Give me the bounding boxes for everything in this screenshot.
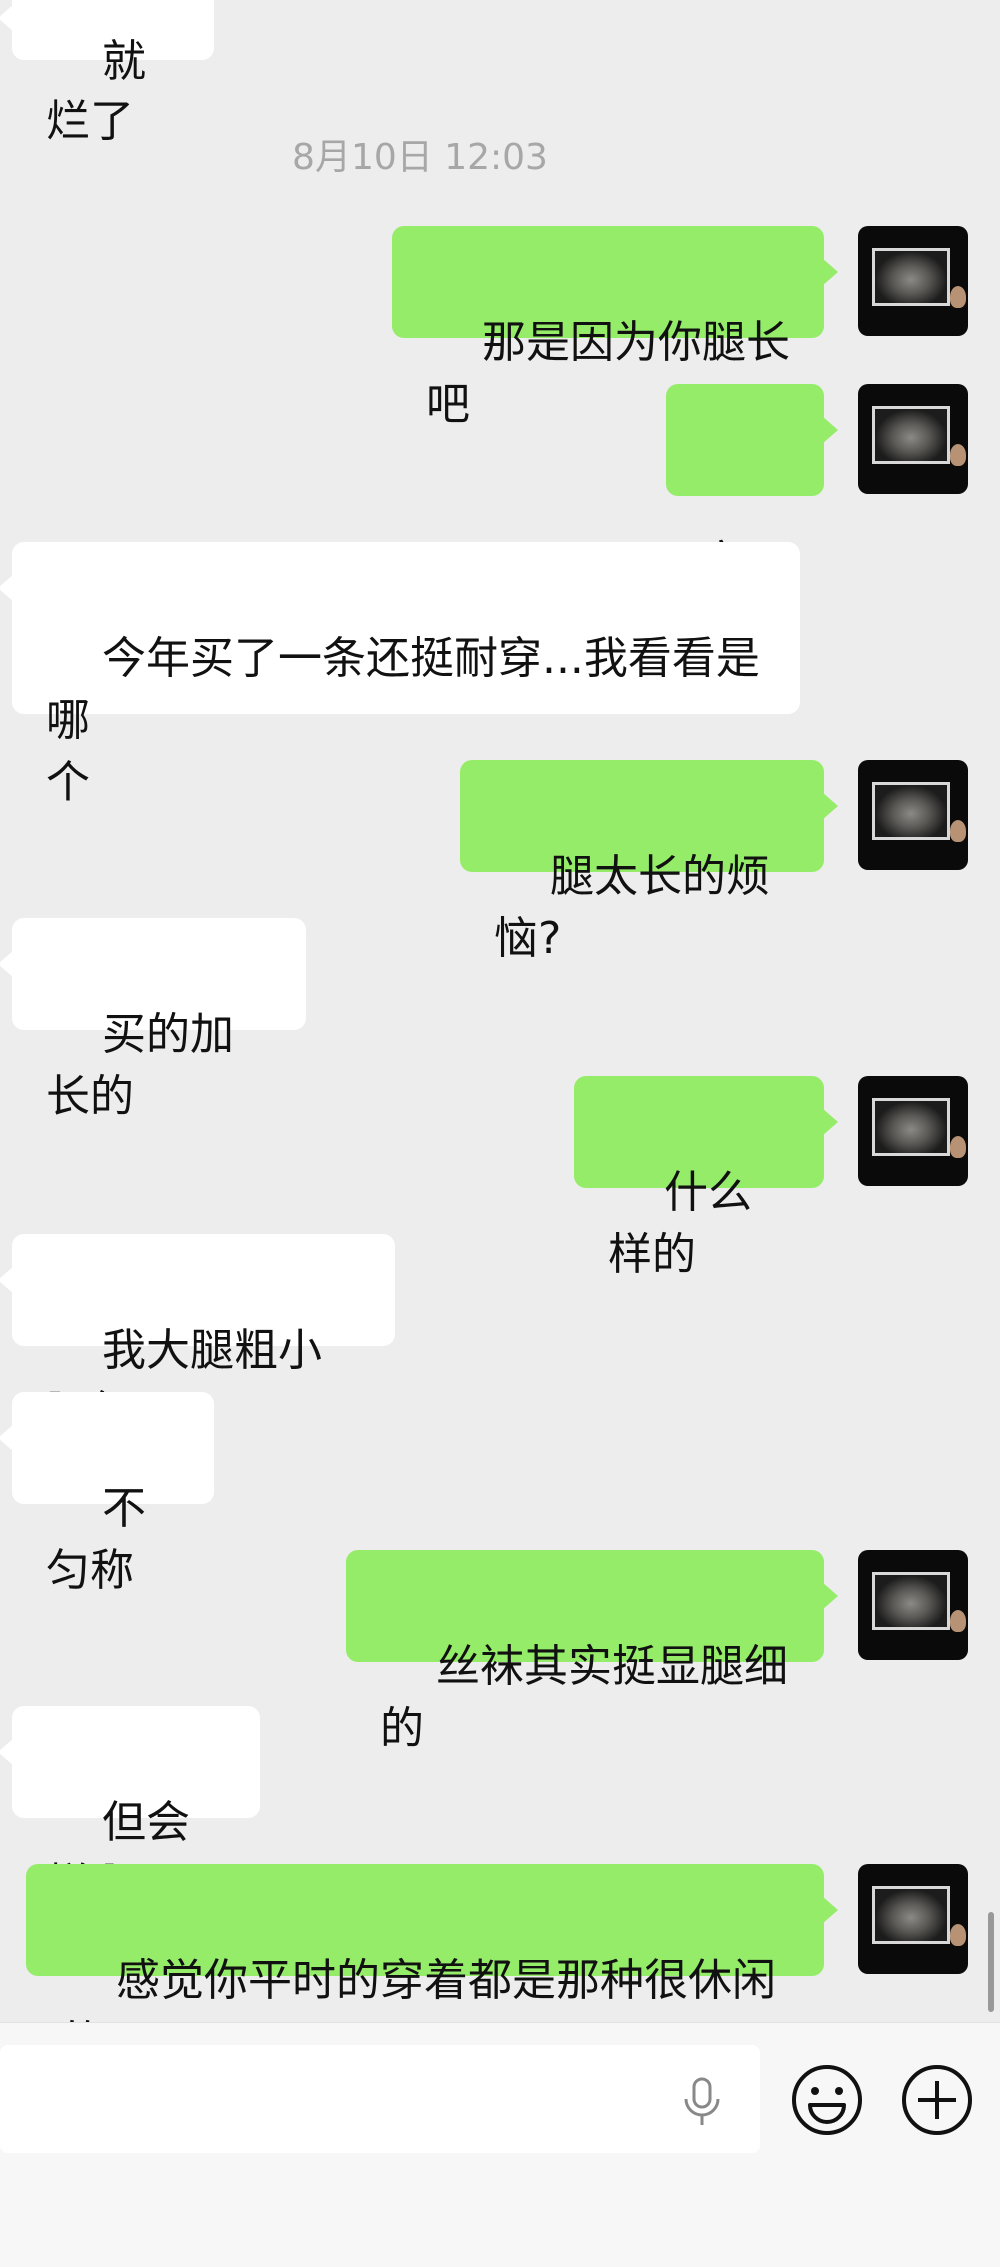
- input-bar: [0, 2022, 1000, 2267]
- avatar-figure: [950, 444, 966, 466]
- message-bubble-outgoing[interactable]: 宝贝: [666, 384, 838, 588]
- message-bubble-outgoing[interactable]: 腿太长的烦恼?: [460, 760, 838, 964]
- message-bubble-outgoing[interactable]: 什么样的: [574, 1076, 838, 1280]
- message-bubble-incoming[interactable]: 就烂了: [0, 0, 214, 147]
- user-avatar[interactable]: [858, 1550, 968, 1660]
- user-avatar[interactable]: [858, 384, 968, 494]
- message-text: 腿太长的烦恼?: [494, 851, 770, 964]
- avatar-image: [872, 1572, 950, 1630]
- avatar-image: [872, 782, 950, 840]
- plus-icon[interactable]: [900, 2063, 974, 2137]
- avatar-figure: [950, 1610, 966, 1632]
- user-avatar[interactable]: [858, 760, 968, 870]
- user-avatar[interactable]: [858, 226, 968, 336]
- avatar-figure: [950, 820, 966, 842]
- message-bubble-incoming[interactable]: 不匀称: [0, 1392, 214, 1596]
- user-avatar[interactable]: [858, 1864, 968, 1974]
- avatar-image: [872, 406, 950, 464]
- emoji-icon[interactable]: [790, 2063, 864, 2137]
- avatar-figure: [950, 1136, 966, 1158]
- message-bubble-incoming[interactable]: 买的加长的: [0, 918, 306, 1122]
- scrollbar[interactable]: [988, 1912, 994, 2012]
- avatar-figure: [950, 286, 966, 308]
- message-text: 不匀称: [46, 1483, 146, 1596]
- user-avatar[interactable]: [858, 1076, 968, 1186]
- message-bubble-outgoing[interactable]: 那是因为你腿长吧: [392, 226, 838, 430]
- message-input[interactable]: [0, 2045, 760, 2153]
- avatar-image: [872, 248, 950, 306]
- microphone-icon[interactable]: [678, 2075, 726, 2131]
- message-bubble-outgoing[interactable]: 丝袜其实挺显腿细的: [346, 1550, 838, 1754]
- message-text: 什么样的: [608, 1167, 752, 1280]
- avatar-image: [872, 1886, 950, 1944]
- message-bubble-incoming[interactable]: 我大腿粗小腿细: [0, 1234, 395, 1438]
- message-text: 买的加长的: [46, 1009, 234, 1122]
- message-bubble-outgoing[interactable]: 感觉你平时的穿着都是那种很休闲的: [26, 1864, 838, 2068]
- message-bubble-incoming[interactable]: 今年买了一条还挺耐穿...我看看是哪 个: [0, 542, 800, 808]
- avatar-image: [872, 1098, 950, 1156]
- chat-area[interactable]: 就烂了 8月10日 12:03 那是因为你腿长吧 宝贝 今年买了一条还挺耐穿..…: [0, 0, 1000, 2068]
- message-text: 丝袜其实挺显腿细的: [380, 1641, 788, 1754]
- message-timestamp: 8月10日 12:03: [292, 137, 548, 178]
- avatar-figure: [950, 1924, 966, 1946]
- message-bubble-incoming[interactable]: 但会烂啊: [0, 1706, 260, 1910]
